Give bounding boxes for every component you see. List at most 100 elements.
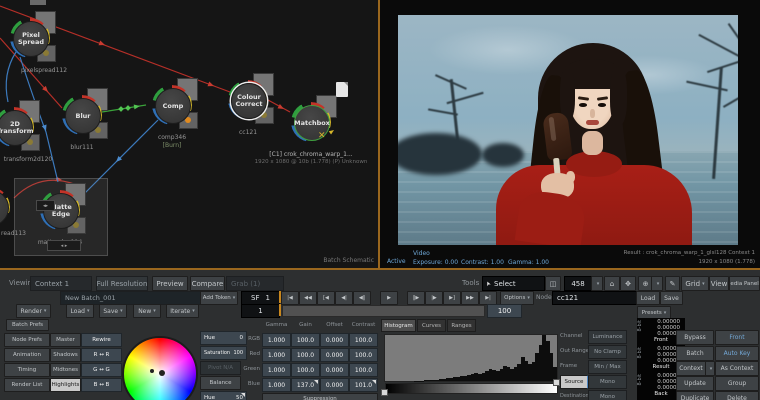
auto-key-button[interactable]: Auto Key xyxy=(715,346,759,361)
render-list-button[interactable]: Render List xyxy=(4,378,50,392)
duplicate-button[interactable]: Duplicate xyxy=(676,391,714,400)
rewire-red-select[interactable]: R ↔ R xyxy=(81,348,122,362)
suppression-button[interactable]: Suppression xyxy=(262,393,378,400)
context-dropdown[interactable]: ▾ xyxy=(705,361,715,376)
options-button[interactable]: Options ▾ xyxy=(500,291,534,305)
green-gamma[interactable]: 1.000 xyxy=(262,363,291,377)
histogram-plot[interactable] xyxy=(384,334,558,382)
transport-step-forward[interactable]: |▶ xyxy=(425,291,443,305)
transport-go-end[interactable]: ▶| xyxy=(479,291,497,305)
viewer-mode-label[interactable]: Video xyxy=(413,250,430,257)
timeline-slider[interactable] xyxy=(282,305,485,317)
end-frame-field[interactable]: 100 xyxy=(487,304,522,318)
blue-contrast[interactable]: 101.0 xyxy=(349,378,378,392)
balance-button[interactable]: Balance xyxy=(200,376,241,390)
blue-offset[interactable]: 0.000 xyxy=(320,378,349,392)
animation-button[interactable]: Animation xyxy=(4,348,50,362)
gradient-handle-black[interactable] xyxy=(381,389,388,396)
media-panel-button[interactable]: Media Panel▾ xyxy=(729,276,760,291)
batch-button[interactable]: Batch xyxy=(676,346,714,361)
transport-step-back[interactable]: ◀| xyxy=(335,291,353,305)
red-gain[interactable]: 100.0 xyxy=(291,348,320,362)
frame-select[interactable]: Min / Max xyxy=(588,360,627,374)
color-wheel[interactable] xyxy=(122,336,198,400)
viewer-pane[interactable] xyxy=(380,0,760,268)
transport-next-key[interactable]: ▶▶ xyxy=(461,291,479,305)
group-button[interactable]: Group xyxy=(715,376,759,391)
highlights-button[interactable]: Highlights xyxy=(50,378,81,392)
tab-ranges[interactable]: Ranges xyxy=(447,319,476,332)
node-name-field[interactable]: cc121 xyxy=(552,291,638,305)
preview-button[interactable]: Preview xyxy=(152,276,188,291)
save-button[interactable]: Save ▾ xyxy=(99,304,127,318)
destination-select[interactable]: Mono xyxy=(588,390,627,400)
viewing-context-select[interactable]: Context 1 xyxy=(30,276,92,291)
add-token-button[interactable]: Add Token ▾ xyxy=(200,291,238,305)
transport-prev-key[interactable]: ◀◀ xyxy=(299,291,317,305)
render-button[interactable]: Render ▾ xyxy=(16,304,51,318)
node-prefs-button[interactable]: Node Prefs xyxy=(4,333,50,347)
add-media-dropdown[interactable]: ▾ xyxy=(651,276,663,291)
load-button[interactable]: Load ▾ xyxy=(66,304,94,318)
master-button[interactable]: Master xyxy=(50,333,81,347)
blue-gain[interactable]: 137.0 xyxy=(291,378,320,392)
node-colour-correct[interactable]: Colour Correct cc121 xyxy=(220,72,276,136)
tab-histogram[interactable]: Histogram xyxy=(381,319,416,332)
wheel-cursor-icon[interactable] xyxy=(159,370,165,376)
new-button[interactable]: New ▾ xyxy=(133,304,161,318)
split-view-button[interactable]: ◫ xyxy=(545,276,561,291)
midtones-button[interactable]: Midtones xyxy=(50,363,81,377)
rewire-green-select[interactable]: G ↔ G xyxy=(81,363,122,377)
view-button[interactable]: View xyxy=(709,276,729,291)
batch-prefs-button[interactable]: Batch Prefs xyxy=(6,319,49,331)
node-comp[interactable]: Comp comp346 [Burn] xyxy=(144,77,200,149)
matte-edge-widget[interactable]: ◂ ▸ xyxy=(47,240,81,251)
transport-prev-cut[interactable]: [◀ xyxy=(317,291,335,305)
current-frame-field[interactable]: 1 xyxy=(241,304,280,318)
front-button[interactable]: Front xyxy=(715,330,759,345)
viewer-exposure[interactable]: Exposure: 0.00 xyxy=(413,259,458,266)
batch-name-field[interactable]: New Batch_001 xyxy=(60,291,203,305)
channel-select[interactable]: Luminance xyxy=(588,330,627,344)
resolution-select[interactable]: Full Resolution xyxy=(96,276,148,291)
iterate-button[interactable]: Iterate ▾ xyxy=(166,304,199,318)
node-load-button[interactable]: Load xyxy=(636,291,660,305)
rewire-blue-select[interactable]: B ↔ B xyxy=(81,378,122,392)
blue-gamma[interactable]: 1.000 xyxy=(262,378,291,392)
node-pixel-spread[interactable]: Pixel Spread pixelspread112 xyxy=(2,10,67,74)
note-icon[interactable] xyxy=(336,82,348,97)
start-frame-field[interactable]: SF 1 xyxy=(241,291,280,305)
red-gamma[interactable]: 1.000 xyxy=(262,348,291,362)
tab-curves[interactable]: Curves xyxy=(417,319,446,332)
gradient-handle-white[interactable] xyxy=(553,379,560,386)
transport-go-start[interactable]: |◀ xyxy=(281,291,299,305)
source-select[interactable]: Mono xyxy=(588,375,627,389)
transport-next-cut[interactable]: ▶] xyxy=(443,291,461,305)
batch-schematic-pane[interactable]: Pixel Spread pixelspread112 read113 2D T… xyxy=(0,0,378,268)
green-offset[interactable]: 0.000 xyxy=(320,363,349,377)
red-contrast[interactable]: 100.0 xyxy=(349,348,378,362)
grid-button[interactable]: Grid ▾ xyxy=(681,276,709,291)
rgb-gain[interactable]: 100.0 xyxy=(291,333,320,347)
viewer-gamma[interactable]: Gamma: 1.00 xyxy=(508,259,549,266)
bypass-button[interactable]: Bypass xyxy=(676,330,714,345)
delete-button[interactable]: Delete xyxy=(715,391,759,400)
compare-button[interactable]: Compare xyxy=(190,276,225,291)
histogram-gradient-bar[interactable] xyxy=(385,383,558,394)
transport-play[interactable]: ▶ xyxy=(380,291,398,305)
zoom-level-field[interactable]: 458 xyxy=(564,276,592,291)
grab-select[interactable]: Grab (1) xyxy=(226,276,284,291)
green-gain[interactable]: 100.0 xyxy=(291,363,320,377)
node-save-button[interactable]: Save xyxy=(660,291,683,305)
matte-edge-widget[interactable]: ◂▸ xyxy=(36,200,55,211)
rewire-select[interactable]: Rewire xyxy=(81,333,122,347)
eyedropper-button[interactable]: ✎ xyxy=(665,276,680,291)
fit-view-button[interactable]: ✥ xyxy=(620,276,636,291)
timing-button[interactable]: Timing xyxy=(4,363,50,377)
context-button[interactable]: Context xyxy=(676,361,706,376)
home-view-button[interactable]: ⌂ xyxy=(604,276,620,291)
viewer-contrast[interactable]: Contrast: 1.00 xyxy=(461,259,504,266)
green-contrast[interactable]: 100.0 xyxy=(349,363,378,377)
rgb-contrast[interactable]: 100.0 xyxy=(349,333,378,347)
out-range-select[interactable]: No Clamp xyxy=(588,345,627,359)
